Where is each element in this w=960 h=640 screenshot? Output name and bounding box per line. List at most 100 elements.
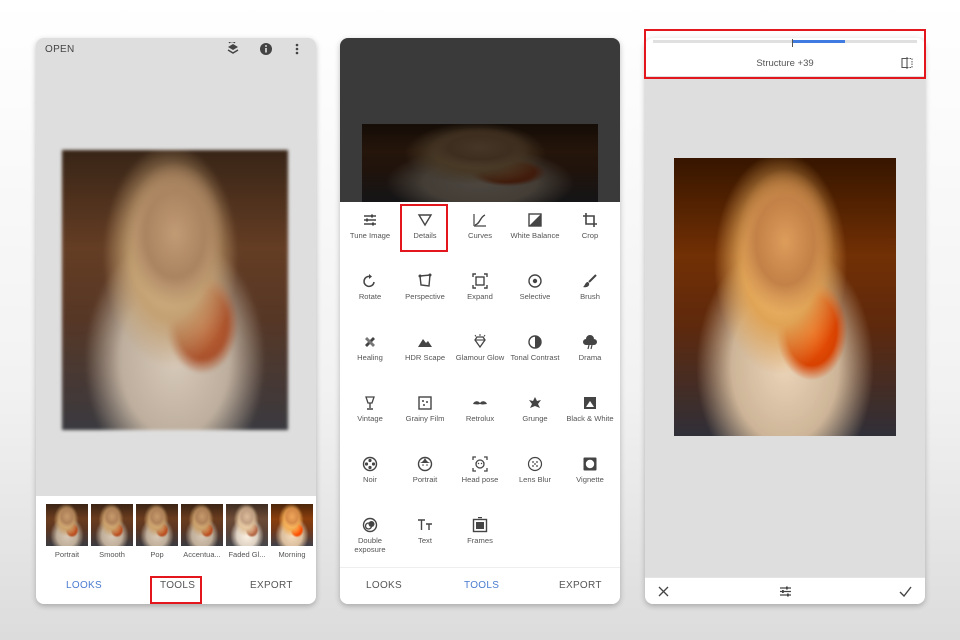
tool-brush[interactable]: Brush	[562, 267, 618, 323]
look-thumb[interactable]	[271, 504, 313, 546]
nav-tools[interactable]: TOOLS	[160, 580, 195, 591]
tool-label: Perspective	[405, 292, 445, 301]
more-vert-icon[interactable]	[290, 42, 304, 56]
tool-label: Crop	[581, 231, 599, 240]
curves-icon	[473, 214, 486, 227]
tool-label: Healing	[357, 353, 383, 362]
bw-icon	[584, 397, 596, 409]
looks-strip: Portrait Smooth Pop Accentua... Faded Gl…	[36, 496, 316, 568]
tool-crop[interactable]: Crop	[562, 206, 618, 262]
tool-label: Selective	[519, 292, 551, 301]
tool-grainy-film[interactable]: Grainy Film	[397, 389, 453, 445]
expand-icon	[472, 273, 488, 289]
selective-icon	[528, 274, 542, 288]
nav-export[interactable]: EXPORT	[250, 580, 293, 591]
look-thumb[interactable]	[181, 504, 223, 546]
diamond-icon	[474, 334, 486, 349]
mustache-icon	[473, 401, 487, 405]
look-thumb[interactable]	[91, 504, 133, 546]
tool-vintage[interactable]: Vintage	[342, 389, 398, 445]
tool-healing[interactable]: Healing	[342, 328, 398, 384]
tool-glamour-glow[interactable]: Glamour Glow	[452, 328, 508, 384]
perspective-icon	[418, 273, 432, 287]
edit-bottom-bar	[645, 577, 925, 604]
photo-preview	[62, 150, 288, 430]
tool-label: Drama	[578, 353, 602, 362]
look-thumb[interactable]	[136, 504, 178, 546]
tune-icon	[364, 214, 376, 226]
open-button[interactable]: OPEN	[45, 44, 75, 55]
compare-icon[interactable]	[901, 57, 913, 69]
nav-looks[interactable]: LOOKS	[366, 580, 402, 591]
head-pose-icon	[472, 456, 488, 472]
nav-looks[interactable]: LOOKS	[66, 580, 102, 591]
tool-label: Details	[413, 231, 437, 240]
tool-portrait[interactable]: Portrait	[397, 450, 453, 506]
film-reel-icon	[362, 456, 378, 472]
nav-tools[interactable]: TOOLS	[464, 580, 499, 591]
cloud-icon	[583, 335, 597, 350]
film-icon	[418, 396, 432, 410]
lamp-icon	[365, 396, 375, 410]
tool-label: Text	[418, 536, 432, 545]
tool-label: Noir	[363, 475, 377, 484]
tool-rotate[interactable]: Rotate	[342, 267, 398, 323]
tool-retrolux[interactable]: Retrolux	[452, 389, 508, 445]
look-label: Faded Gl...	[228, 550, 266, 559]
nav-export[interactable]: EXPORT	[559, 580, 602, 591]
dimmed-preview	[340, 38, 620, 202]
tool-double-exposure[interactable]: Double exposure	[342, 511, 398, 567]
tool-details[interactable]: Details	[397, 206, 453, 262]
tool-label: Rotate	[358, 292, 382, 301]
tool-selective[interactable]: Selective	[507, 267, 563, 323]
look-label: Accentua...	[183, 550, 221, 559]
bottom-nav: LOOKS TOOLS EXPORT	[36, 568, 316, 604]
healing-icon	[365, 337, 375, 347]
tune-icon[interactable]	[779, 585, 792, 598]
tool-label: Tune Image	[349, 231, 391, 240]
tool-curves[interactable]: Curves	[452, 206, 508, 262]
adjustment-value-label: Structure +39	[756, 58, 814, 69]
tool-white-balance[interactable]: White Balance	[507, 206, 563, 262]
double-exposure-icon	[362, 517, 378, 533]
look-label: Morning	[278, 550, 306, 559]
screen-looks: OPEN Portrait Smooth Pop Accentua... Fad…	[36, 38, 316, 604]
tool-perspective[interactable]: Perspective	[397, 267, 453, 323]
info-icon[interactable]	[259, 42, 273, 56]
tool-frames[interactable]: Frames	[452, 511, 508, 567]
tool-label: Head pose	[461, 475, 499, 484]
tool-lens-blur[interactable]: Lens Blur	[507, 450, 563, 506]
tool-label: Vintage	[357, 414, 383, 423]
slider-center-marker	[792, 39, 793, 47]
look-label: Portrait	[54, 550, 80, 559]
crop-icon	[583, 213, 597, 227]
tool-expand[interactable]: Expand	[452, 267, 508, 323]
tool-label: Grainy Film	[405, 414, 445, 423]
tool-text[interactable]: Text	[397, 511, 453, 567]
tool-hdr-scape[interactable]: HDR Scape	[397, 328, 453, 384]
close-icon[interactable]	[658, 586, 669, 597]
photo-preview	[362, 124, 598, 202]
tool-drama[interactable]: Drama	[562, 328, 618, 384]
tool-label: Lens Blur	[518, 475, 552, 484]
mountain-icon	[418, 339, 432, 347]
tool-label: Tonal Contrast	[510, 353, 560, 362]
tool-tonal-contrast[interactable]: Tonal Contrast	[507, 328, 563, 384]
vignette-icon	[583, 457, 597, 471]
brush-icon	[583, 274, 597, 288]
tool-black-white[interactable]: Black & White	[562, 389, 618, 445]
layers-undo-icon[interactable]	[226, 42, 240, 56]
tool-vignette[interactable]: Vignette	[562, 450, 618, 506]
look-thumb[interactable]	[46, 504, 88, 546]
tool-label: Double exposure	[354, 536, 386, 554]
tool-grunge[interactable]: Grunge	[507, 389, 563, 445]
top-bar: OPEN	[36, 38, 316, 62]
structure-slider[interactable]	[653, 39, 917, 47]
tool-noir[interactable]: Noir	[342, 450, 398, 506]
tool-tune-image[interactable]: Tune Image	[342, 206, 398, 262]
checkmark-icon[interactable]	[899, 586, 912, 597]
look-thumb[interactable]	[226, 504, 268, 546]
grunge-icon	[529, 397, 541, 408]
lens-blur-icon	[527, 456, 543, 472]
tool-head-pose[interactable]: Head pose	[452, 450, 508, 506]
